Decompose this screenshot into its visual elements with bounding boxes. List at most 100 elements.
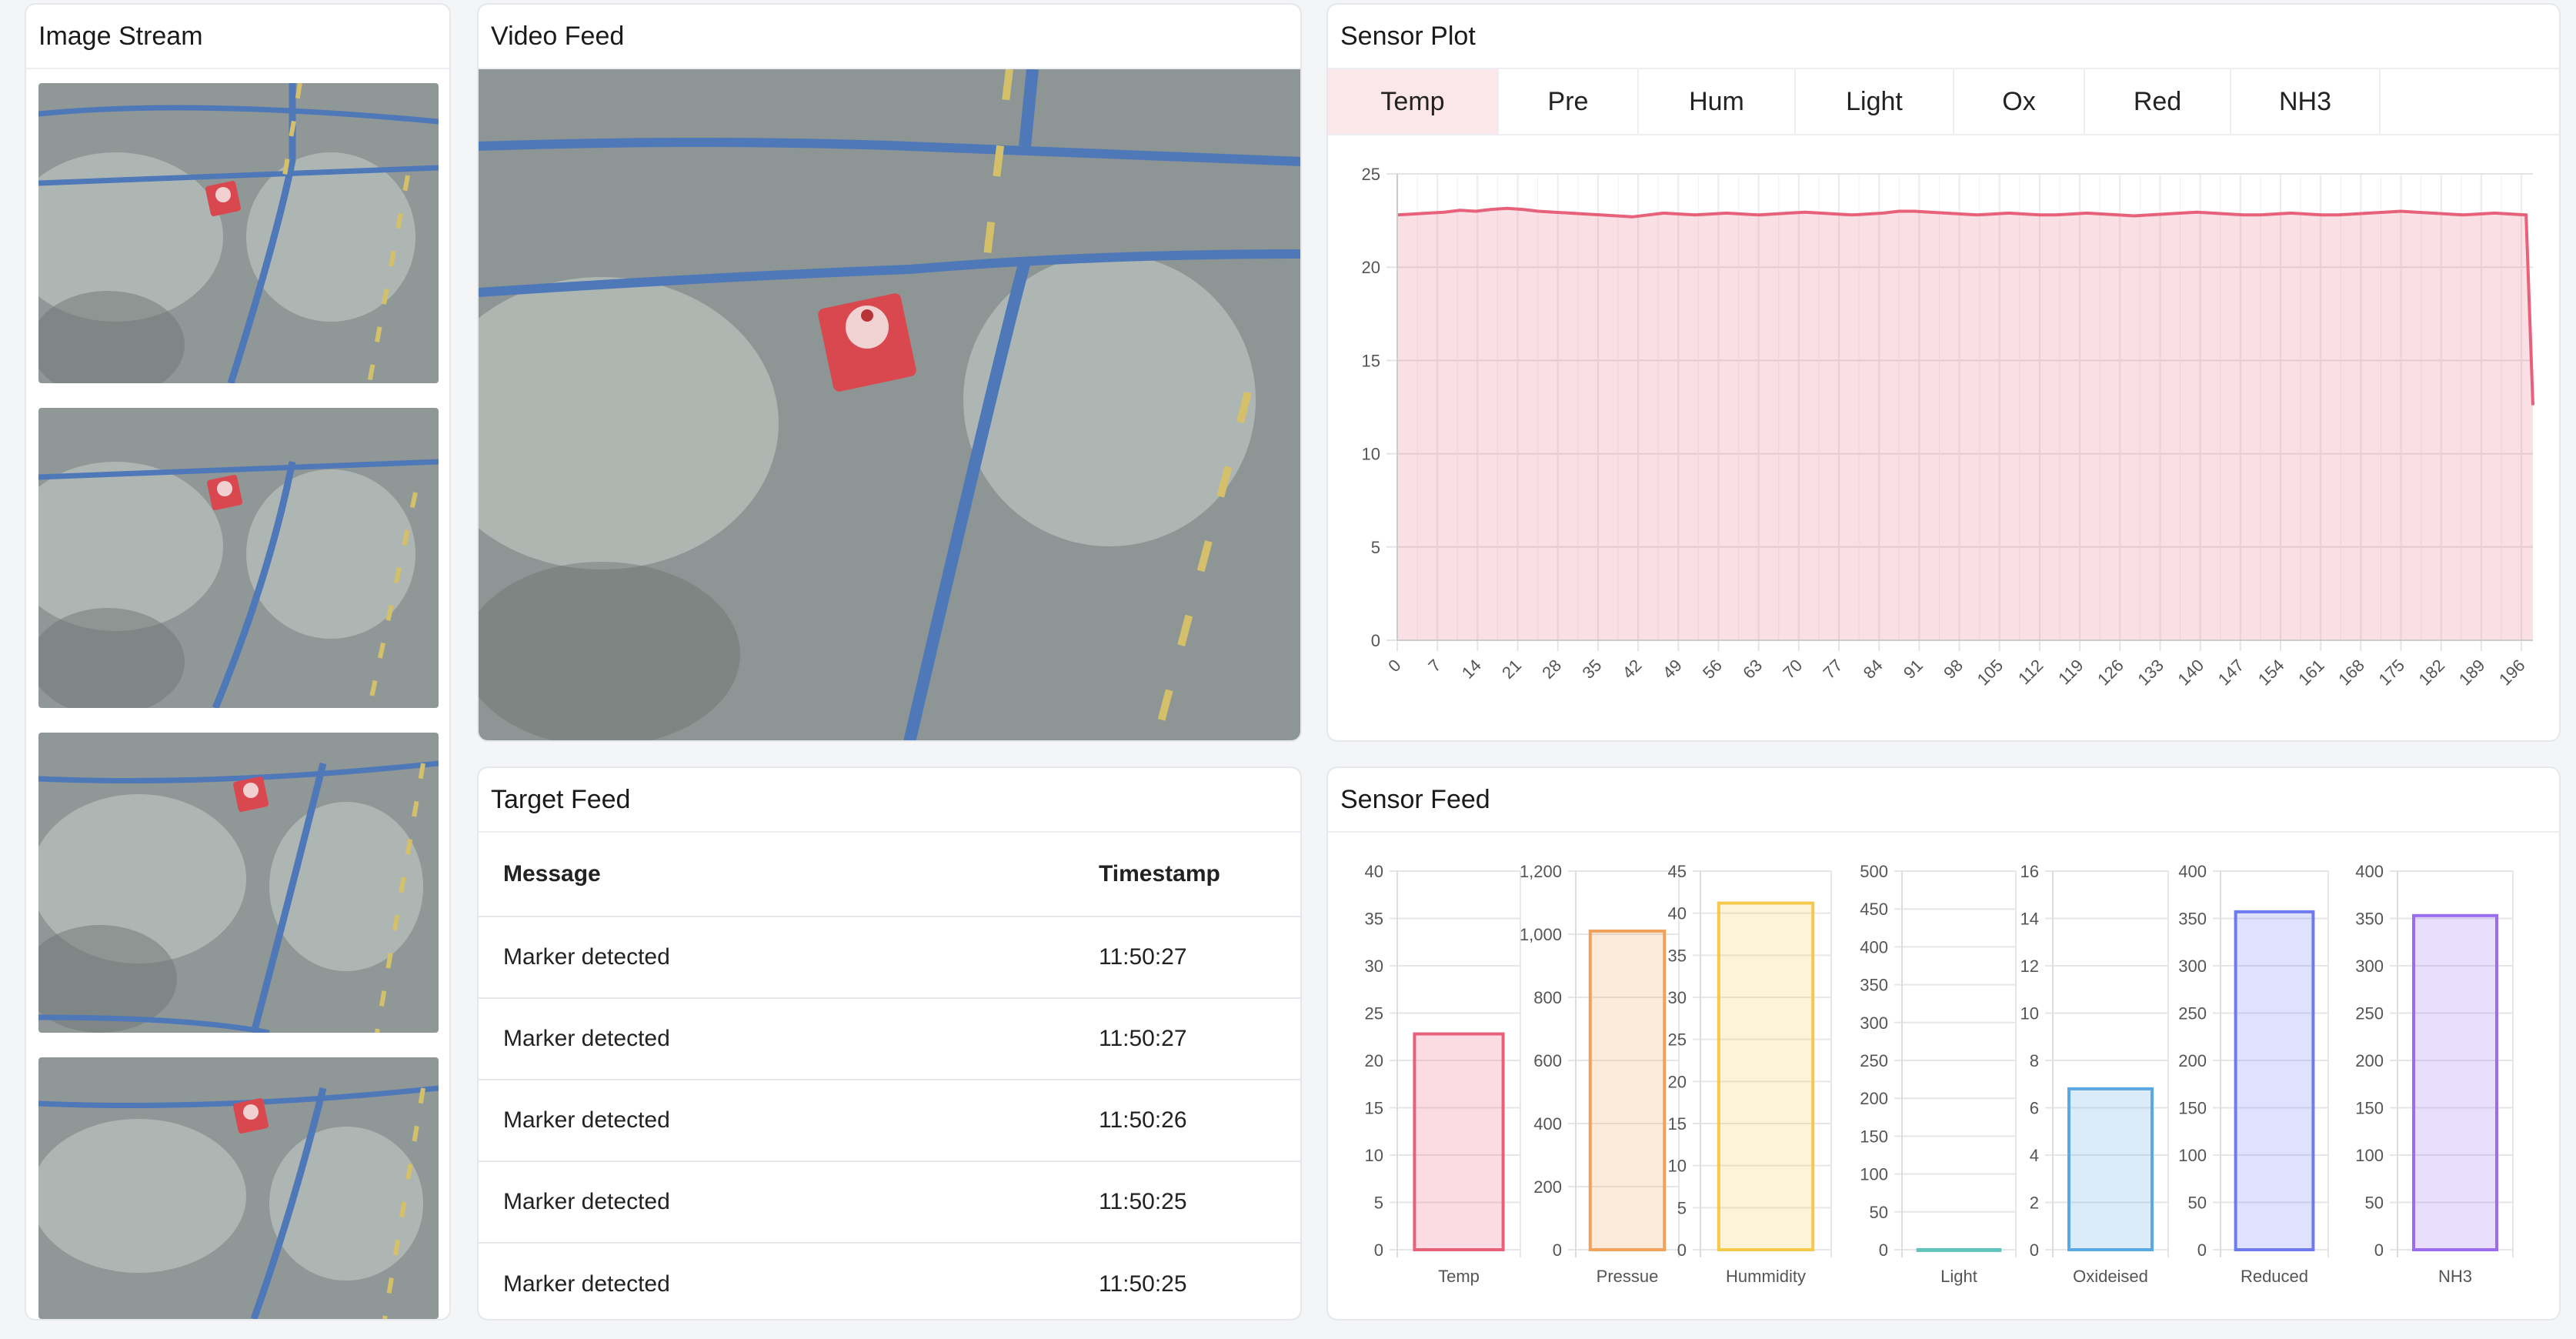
table-row: Marker detected 11:50:26 (479, 1080, 1300, 1162)
row-timestamp: 11:50:27 (1099, 944, 1187, 970)
bar-chart-light: 0 50 100 150 200 250 300 350 400 450 500 Light (1860, 862, 2017, 1286)
y-tick-label: 400 (2355, 862, 2384, 881)
y-tick-label: 350 (2178, 910, 2207, 929)
x-tick-label: 7 (1424, 656, 1444, 676)
y-tick-label: 600 (1533, 1051, 1562, 1070)
stream-thumbnail[interactable] (38, 1057, 439, 1319)
category-label: Temp (1438, 1267, 1480, 1286)
y-tick-label: 150 (1860, 1127, 1888, 1146)
row-message: Marker detected (503, 1271, 670, 1297)
y-tick-label: 0 (1879, 1240, 1888, 1260)
x-tick-label: 105 (1974, 656, 2007, 690)
y-tick-label: 16 (2020, 862, 2039, 881)
y-tick-label: 300 (1860, 1013, 1888, 1033)
x-tick-label: 35 (1578, 656, 1605, 683)
sensor-feed-card: Sensor Feed 0 5 10 15 20 25 30 35 40 Temp 0 200 400 6… (1326, 766, 2561, 1321)
y-tick-label: 45 (1668, 862, 1687, 881)
x-tick-label: 49 (1659, 656, 1686, 683)
row-message: Marker detected (503, 944, 670, 970)
row-message: Marker detected (503, 1189, 670, 1214)
table-row: Marker detected 11:50:25 (479, 1162, 1300, 1244)
category-label: NH3 (2438, 1267, 2472, 1286)
y-tick-label: 300 (2355, 957, 2384, 976)
sensor-bar-charts: 0510152025303540Temp02004006008001,0001,… (1365, 862, 2514, 1286)
tab-ox[interactable]: Ox (1954, 69, 2085, 134)
tab-red[interactable]: Red (2085, 69, 2231, 134)
bar (2412, 913, 2498, 1251)
y-tick-label: 15 (1362, 351, 1380, 370)
y-tick-label: 10 (2020, 1004, 2039, 1023)
bar-chart-reduced: 0 50 100 150 200 250 300 350 400 Reduced (2178, 862, 2329, 1286)
floor-image (38, 733, 439, 1033)
y-tick-label: 200 (1533, 1177, 1562, 1197)
y-tick-label: 5 (1677, 1198, 1687, 1217)
bar (2234, 910, 2315, 1251)
bar-chart-pressue: 0 200 400 600 800 1,000 1,200 Pressue (1520, 862, 1680, 1286)
x-tick-label: 182 (2415, 656, 2449, 690)
y-tick-label: 300 (2178, 957, 2207, 976)
y-tick-label: 0 (2374, 1240, 2384, 1260)
y-tick-label: 10 (1365, 1146, 1383, 1165)
x-tick-label: 56 (1699, 656, 1726, 683)
y-tick-label: 35 (1365, 910, 1383, 929)
x-tick-label: 63 (1739, 656, 1766, 683)
y-tick-label: 10 (1362, 445, 1380, 464)
stream-thumbnail[interactable] (38, 733, 439, 1033)
x-tick-label: 154 (2254, 656, 2288, 690)
video-feed-card: Video Feed (477, 3, 1302, 742)
tab-nh3[interactable]: NH3 (2231, 69, 2381, 134)
row-timestamp: 11:50:25 (1099, 1271, 1187, 1297)
y-tick-label: 20 (1362, 258, 1380, 277)
x-tick-label: 147 (2214, 656, 2248, 690)
y-tick-label: 400 (2178, 862, 2207, 881)
y-tick-label: 450 (1860, 900, 1888, 919)
tab-temp[interactable]: Temp (1328, 69, 1499, 134)
video-frame[interactable] (479, 68, 1300, 740)
x-tick-label: 70 (1779, 656, 1806, 683)
sensor-tabs: Temp Pre Hum Light Ox Red NH3 (1328, 69, 2559, 135)
y-tick-label: 30 (1365, 957, 1383, 976)
x-tick-label: 140 (2174, 656, 2208, 690)
y-tick-label: 50 (2365, 1194, 2384, 1213)
category-label: Light (1940, 1267, 1977, 1286)
y-tick-label: 350 (1860, 976, 1888, 995)
sensor-plot-title: Sensor Plot (1328, 5, 2559, 69)
y-tick-label: 200 (2355, 1051, 2384, 1070)
y-tick-label: 35 (1668, 946, 1687, 965)
tab-pre[interactable]: Pre (1499, 69, 1639, 134)
y-tick-label: 25 (1365, 1004, 1383, 1023)
x-tick-label: 21 (1498, 656, 1525, 683)
y-tick-label: 14 (2020, 910, 2039, 929)
stream-thumbnail[interactable] (38, 408, 439, 708)
y-tick-label: 500 (1860, 862, 1888, 881)
x-tick-label: 119 (2054, 656, 2087, 688)
stream-thumbnail[interactable] (38, 83, 439, 383)
video-feed-title: Video Feed (479, 5, 1300, 69)
y-tick-label: 250 (2355, 1004, 2384, 1023)
sensor-plot-card: Sensor Plot Temp Pre Hum Light Ox Red NH… (1326, 3, 2561, 742)
y-tick-label: 400 (1860, 937, 1888, 957)
tab-light[interactable]: Light (1796, 69, 1954, 134)
target-feed-title: Target Feed (479, 768, 1300, 833)
y-tick-label: 100 (1860, 1165, 1888, 1184)
x-tick-label: 126 (2094, 656, 2127, 690)
table-row: Marker detected 11:50:27 (479, 917, 1300, 999)
y-tick-label: 200 (1860, 1089, 1888, 1108)
y-tick-label: 0 (2197, 1240, 2207, 1260)
y-tick-label: 30 (1668, 988, 1687, 1007)
category-label: Pressue (1597, 1267, 1659, 1286)
y-tick-label: 100 (2355, 1146, 2384, 1165)
y-tick-label: 15 (1668, 1114, 1687, 1134)
category-label: Oxideised (2073, 1267, 2148, 1286)
row-timestamp: 11:50:27 (1099, 1026, 1187, 1051)
x-tick-label: 175 (2374, 656, 2408, 690)
y-tick-label: 15 (1365, 1099, 1383, 1118)
bar-chart-hummidity: 0 5 10 15 20 25 30 35 40 45 Hummidity (1668, 862, 1832, 1286)
temperature-line-chart: 05101520250 7 14 21 28 35 42 49 56 63 70 77 84 91 98 10… (1362, 165, 2534, 690)
x-tick-label: 91 (1900, 656, 1927, 683)
row-timestamp: 11:50:25 (1099, 1189, 1187, 1214)
y-tick-label: 5 (1371, 538, 1380, 557)
tab-hum[interactable]: Hum (1639, 69, 1796, 134)
y-tick-label: 0 (1374, 1240, 1383, 1260)
x-tick-label: 133 (2134, 656, 2167, 690)
